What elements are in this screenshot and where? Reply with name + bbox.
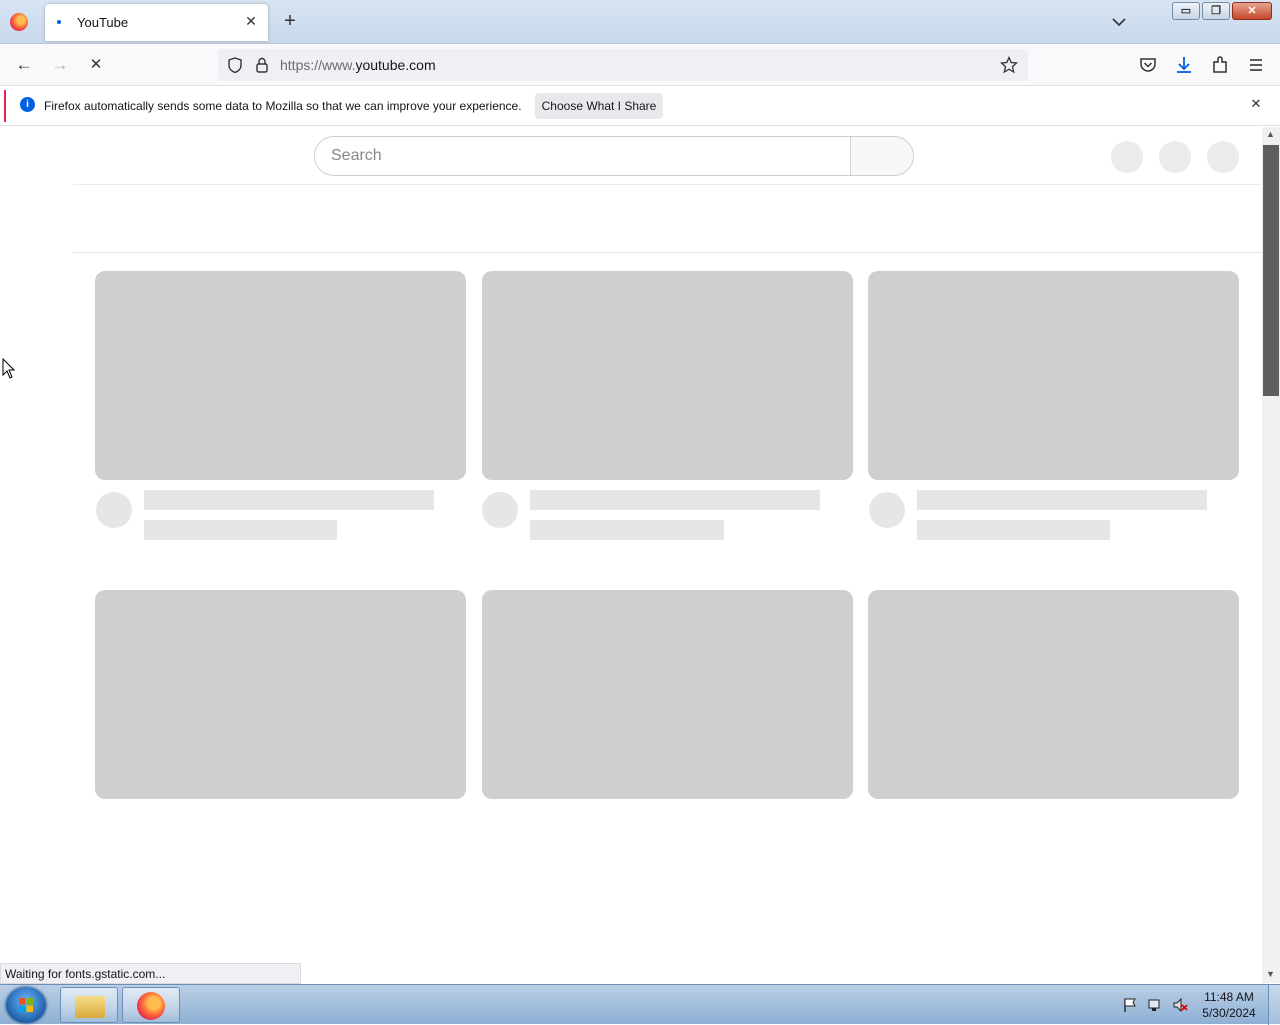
title-line-placeholder: [917, 490, 1207, 510]
url-prefix: https://www.: [280, 57, 356, 73]
page-scrollbar[interactable]: ▲ ▼: [1262, 127, 1280, 983]
video-thumbnail-placeholder[interactable]: [95, 590, 466, 799]
notification-message: Firefox automatically sends some data to…: [44, 99, 522, 113]
bookmark-star-icon[interactable]: [1000, 56, 1018, 74]
telemetry-notification-bar: i Firefox automatically sends some data …: [0, 86, 1280, 126]
header-placeholder-circle: [1207, 141, 1239, 173]
meta-line-placeholder: [144, 520, 337, 540]
downloads-icon[interactable]: [1173, 54, 1195, 76]
forward-button[interactable]: →: [49, 54, 71, 76]
list-all-tabs-icon[interactable]: [1110, 14, 1128, 30]
extensions-icon[interactable]: [1209, 54, 1231, 76]
lock-icon[interactable]: [253, 56, 271, 74]
chips-divider: [73, 252, 1262, 253]
close-window-button[interactable]: ✕: [1232, 2, 1272, 20]
video-thumbnail-placeholder[interactable]: [482, 271, 853, 480]
firefox-menu-icon[interactable]: [10, 13, 28, 31]
title-line-placeholder: [530, 490, 820, 510]
notification-accent-stripe: [4, 90, 6, 122]
header-divider: [73, 184, 1262, 185]
volume-muted-icon[interactable]: [1172, 997, 1188, 1013]
windows-taskbar: 11:48 AM 5/30/2024: [0, 984, 1280, 1025]
new-tab-button[interactable]: +: [280, 11, 300, 31]
windows-logo-icon: [19, 998, 33, 1012]
stop-loading-button[interactable]: ✕: [85, 54, 107, 76]
minimize-icon: ▭: [1180, 5, 1192, 17]
folder-icon: [75, 996, 105, 1018]
video-thumbnail-placeholder[interactable]: [868, 590, 1239, 799]
start-button[interactable]: [6, 987, 46, 1023]
search-box: [314, 136, 914, 176]
url-text[interactable]: https://www.youtube.com: [280, 57, 436, 73]
scroll-down-icon[interactable]: ▼: [1266, 969, 1275, 979]
header-placeholder-circle: [1159, 141, 1191, 173]
channel-avatar-placeholder: [96, 492, 132, 528]
back-button[interactable]: ←: [13, 54, 35, 76]
taskbar-file-explorer[interactable]: [60, 987, 118, 1023]
header-placeholder-circle: [1111, 141, 1143, 173]
navigation-toolbar: ← → ✕ https://www.youtube.com: [0, 44, 1280, 86]
clock-time: 11:48 AM: [1204, 990, 1254, 1004]
tab-youtube[interactable]: YouTube ✕: [45, 4, 268, 41]
show-desktop-button[interactable]: [1268, 985, 1280, 1025]
pocket-icon[interactable]: [1137, 54, 1159, 76]
search-button[interactable]: [850, 137, 913, 175]
video-thumbnail-placeholder[interactable]: [868, 271, 1239, 480]
window-controls: ▭ ❐ ✕: [1172, 2, 1272, 20]
choose-what-i-share-button[interactable]: Choose What I Share: [535, 93, 663, 119]
hamburger-menu-icon[interactable]: [1245, 54, 1267, 76]
tab-strip: YouTube ✕ + ▭ ❐ ✕: [0, 0, 1280, 44]
action-center-flag-icon[interactable]: [1122, 997, 1138, 1013]
scroll-up-icon[interactable]: ▲: [1266, 129, 1275, 139]
page-viewport: [0, 127, 1262, 963]
tab-title: YouTube: [77, 15, 129, 30]
system-clock[interactable]: 11:48 AM 5/30/2024: [1196, 989, 1262, 1021]
scrollbar-thumb[interactable]: [1263, 145, 1279, 396]
url-host: youtube.com: [355, 57, 436, 73]
taskbar-firefox[interactable]: [122, 987, 180, 1023]
tracking-protection-shield-icon[interactable]: [226, 56, 244, 74]
minimize-button[interactable]: ▭: [1172, 2, 1200, 20]
search-input[interactable]: [315, 137, 851, 175]
url-bar[interactable]: https://www.youtube.com: [218, 49, 1028, 81]
loading-dot-icon: [57, 20, 61, 24]
channel-avatar-placeholder: [482, 492, 518, 528]
notification-close-icon[interactable]: ✕: [1248, 96, 1264, 112]
tab-close-icon[interactable]: ✕: [242, 12, 260, 30]
meta-line-placeholder: [530, 520, 724, 540]
clock-date: 5/30/2024: [1202, 1006, 1256, 1020]
video-thumbnail-placeholder[interactable]: [95, 271, 466, 480]
info-icon: i: [20, 97, 35, 112]
video-thumbnail-placeholder[interactable]: [482, 590, 853, 799]
mouse-cursor-icon: [2, 358, 16, 379]
status-panel: Waiting for fonts.gstatic.com...: [0, 963, 301, 984]
restore-button[interactable]: ❐: [1202, 2, 1230, 20]
close-icon: ✕: [1247, 5, 1257, 17]
restore-icon: ❐: [1211, 5, 1221, 17]
channel-avatar-placeholder: [869, 492, 905, 528]
title-line-placeholder: [144, 490, 434, 510]
network-icon[interactable]: [1147, 997, 1163, 1013]
firefox-icon: [137, 992, 165, 1020]
meta-line-placeholder: [917, 520, 1110, 540]
